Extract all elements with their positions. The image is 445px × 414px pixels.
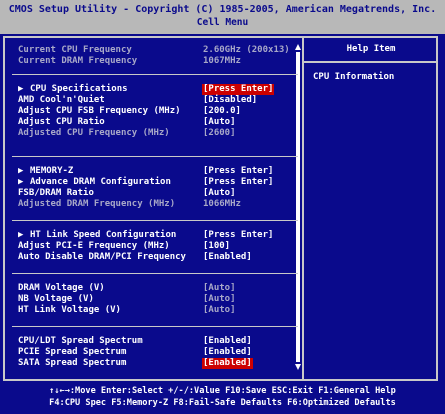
window-title: CMOS Setup Utility - Copyright (C) 1985-… [8, 4, 437, 15]
scrollbar[interactable] [295, 44, 301, 370]
info-label: Current DRAM Frequency [18, 56, 138, 66]
menu-item-value[interactable]: [Auto] [203, 188, 236, 199]
menu-item-label: NB Voltage (V) [18, 294, 94, 304]
menu-item-label: MEMORY-Z [30, 166, 74, 176]
menu-item-value[interactable]: [Auto] [203, 294, 236, 305]
info-label: Current CPU Frequency [18, 45, 132, 55]
section-divider [12, 273, 298, 274]
menu-item-value[interactable]: [100] [203, 241, 230, 252]
menu-item-label: DRAM Voltage (V) [18, 283, 105, 293]
menu-item-label: FSB/DRAM Ratio [18, 188, 94, 198]
menu-item-label: Auto Disable DRAM/PCI Frequency [18, 252, 186, 262]
scrollbar-track[interactable] [296, 52, 300, 362]
menu-item-value[interactable]: [Auto] [203, 283, 236, 294]
section-divider [12, 74, 298, 75]
menu-item-label: HT Link Voltage (V) [18, 305, 121, 315]
help-title: Help Item [346, 44, 396, 54]
menu-item-value[interactable]: [Enabled] [203, 336, 252, 347]
key-legend-line-1: ↑↓←→:Move Enter:Select +/-/:Value F10:Sa… [49, 386, 396, 396]
pane-divider [302, 36, 304, 381]
menu-item-value[interactable]: [Press Enter] [203, 230, 273, 241]
menu-item-value[interactable]: [Enabled] [203, 347, 252, 358]
menu-item-label: Adjusted DRAM Frequency (MHz) [18, 199, 176, 209]
menu-item-value[interactable]: [Press Enter] [203, 177, 273, 188]
section-divider [12, 220, 298, 221]
menu-item-value[interactable]: [Enabled] [203, 252, 252, 263]
menu-item-value[interactable]: [Enabled] [202, 358, 253, 369]
triangle-right-icon: ▶ [18, 230, 24, 240]
title-bar: CMOS Setup Utility - Copyright (C) 1985-… [0, 0, 445, 34]
menu-item-label: Adjust CPU Ratio [18, 117, 105, 127]
menu-item-label: CPU Specifications [30, 84, 128, 94]
section-divider [12, 326, 298, 327]
menu-item-value[interactable]: [Auto] [203, 117, 236, 128]
menu-item-label: CPU/LDT Spread Spectrum [18, 336, 143, 346]
menu-item-label: Adjust CPU FSB Frequency (MHz) [18, 106, 181, 116]
section-divider [12, 156, 298, 157]
help-divider [304, 61, 438, 63]
help-text: CPU Information [313, 72, 395, 82]
key-legend: ↑↓←→:Move Enter:Select +/-/:Value F10:Sa… [0, 385, 445, 409]
menu-item-label: Adjusted CPU Frequency (MHz) [18, 128, 170, 138]
menu-item-value: [2600] [203, 128, 236, 138]
menu-item-value[interactable]: [Press Enter] [203, 166, 273, 177]
menu-item-value[interactable]: [200.0] [203, 106, 241, 117]
info-value: 2.60GHz (200x13) [203, 45, 290, 55]
menu-item-value: 1066MHz [203, 199, 241, 209]
menu-item-value[interactable]: [Disabled] [203, 95, 257, 106]
scroll-up-arrow-icon[interactable] [295, 44, 301, 50]
menu-item-value[interactable]: [Press Enter] [202, 84, 275, 95]
menu-item-label: PCIE Spread Spectrum [18, 347, 127, 357]
triangle-right-icon: ▶ [18, 84, 24, 94]
scroll-down-arrow-icon[interactable] [295, 364, 301, 370]
menu-item-label: AMD Cool'n'Quiet [18, 95, 105, 105]
info-value: 1067MHz [203, 56, 241, 66]
triangle-right-icon: ▶ [18, 177, 24, 187]
menu-item-label: SATA Spread Spectrum [18, 358, 127, 368]
menu-item-label: Advance DRAM Configuration [30, 177, 171, 187]
key-legend-line-2: F4:CPU Spec F5:Memory-Z F8:Fail-Safe Def… [49, 398, 396, 408]
menu-item-label: Adjust PCI-E Frequency (MHz) [18, 241, 170, 251]
menu-item-label: HT Link Speed Configuration [30, 230, 177, 240]
triangle-right-icon: ▶ [18, 166, 24, 176]
menu-title: Cell Menu [196, 17, 249, 28]
menu-item-value[interactable]: [Auto] [203, 305, 236, 316]
